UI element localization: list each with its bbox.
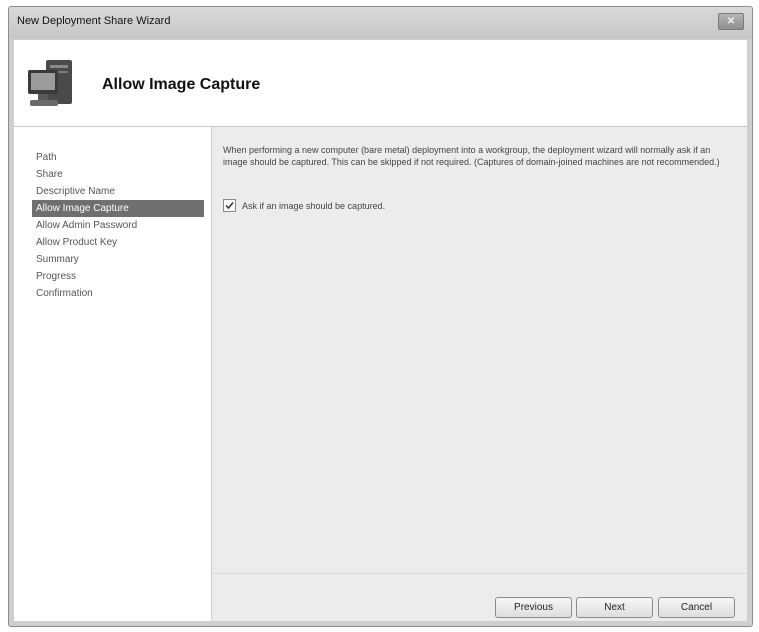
wizard-header: Allow Image Capture — [14, 40, 747, 127]
ask-capture-label: Ask if an image should be captured. — [242, 200, 386, 211]
step-summary[interactable]: Summary — [32, 251, 204, 268]
capture-option[interactable]: Ask if an image should be captured. — [223, 199, 385, 212]
cancel-button[interactable]: Cancel — [658, 597, 735, 618]
title-bar: New Deployment Share Wizard ✕ — [9, 7, 752, 39]
wizard-steps-sidebar: Path Share Descriptive Name Allow Image … — [14, 127, 211, 621]
description-text: When performing a new computer (bare met… — [223, 145, 720, 167]
checkmark-icon — [225, 202, 234, 210]
step-allow-admin-password[interactable]: Allow Admin Password — [32, 217, 204, 234]
page-title: Allow Image Capture — [102, 76, 261, 93]
step-share[interactable]: Share — [32, 166, 204, 183]
step-allow-image-capture[interactable]: Allow Image Capture — [32, 200, 204, 217]
step-allow-product-key[interactable]: Allow Product Key — [32, 234, 204, 251]
close-icon: ✕ — [726, 15, 736, 27]
next-button[interactable]: Next — [576, 597, 653, 618]
close-button[interactable]: ✕ — [718, 13, 744, 30]
step-confirmation[interactable]: Confirmation — [32, 285, 204, 302]
step-descriptive-name[interactable]: Descriptive Name — [32, 183, 204, 200]
ask-capture-checkbox[interactable] — [223, 199, 236, 212]
wizard-content: When performing a new computer (bare met… — [212, 127, 747, 621]
steps-list: Path Share Descriptive Name Allow Image … — [32, 149, 204, 302]
previous-button[interactable]: Previous — [495, 597, 572, 618]
computer-icon — [28, 60, 72, 106]
step-progress[interactable]: Progress — [32, 268, 204, 285]
wizard-window: New Deployment Share Wizard ✕ Allow Imag… — [8, 6, 753, 627]
window-title: New Deployment Share Wizard — [17, 15, 171, 27]
footer-divider — [212, 573, 747, 574]
step-path[interactable]: Path — [32, 149, 204, 166]
